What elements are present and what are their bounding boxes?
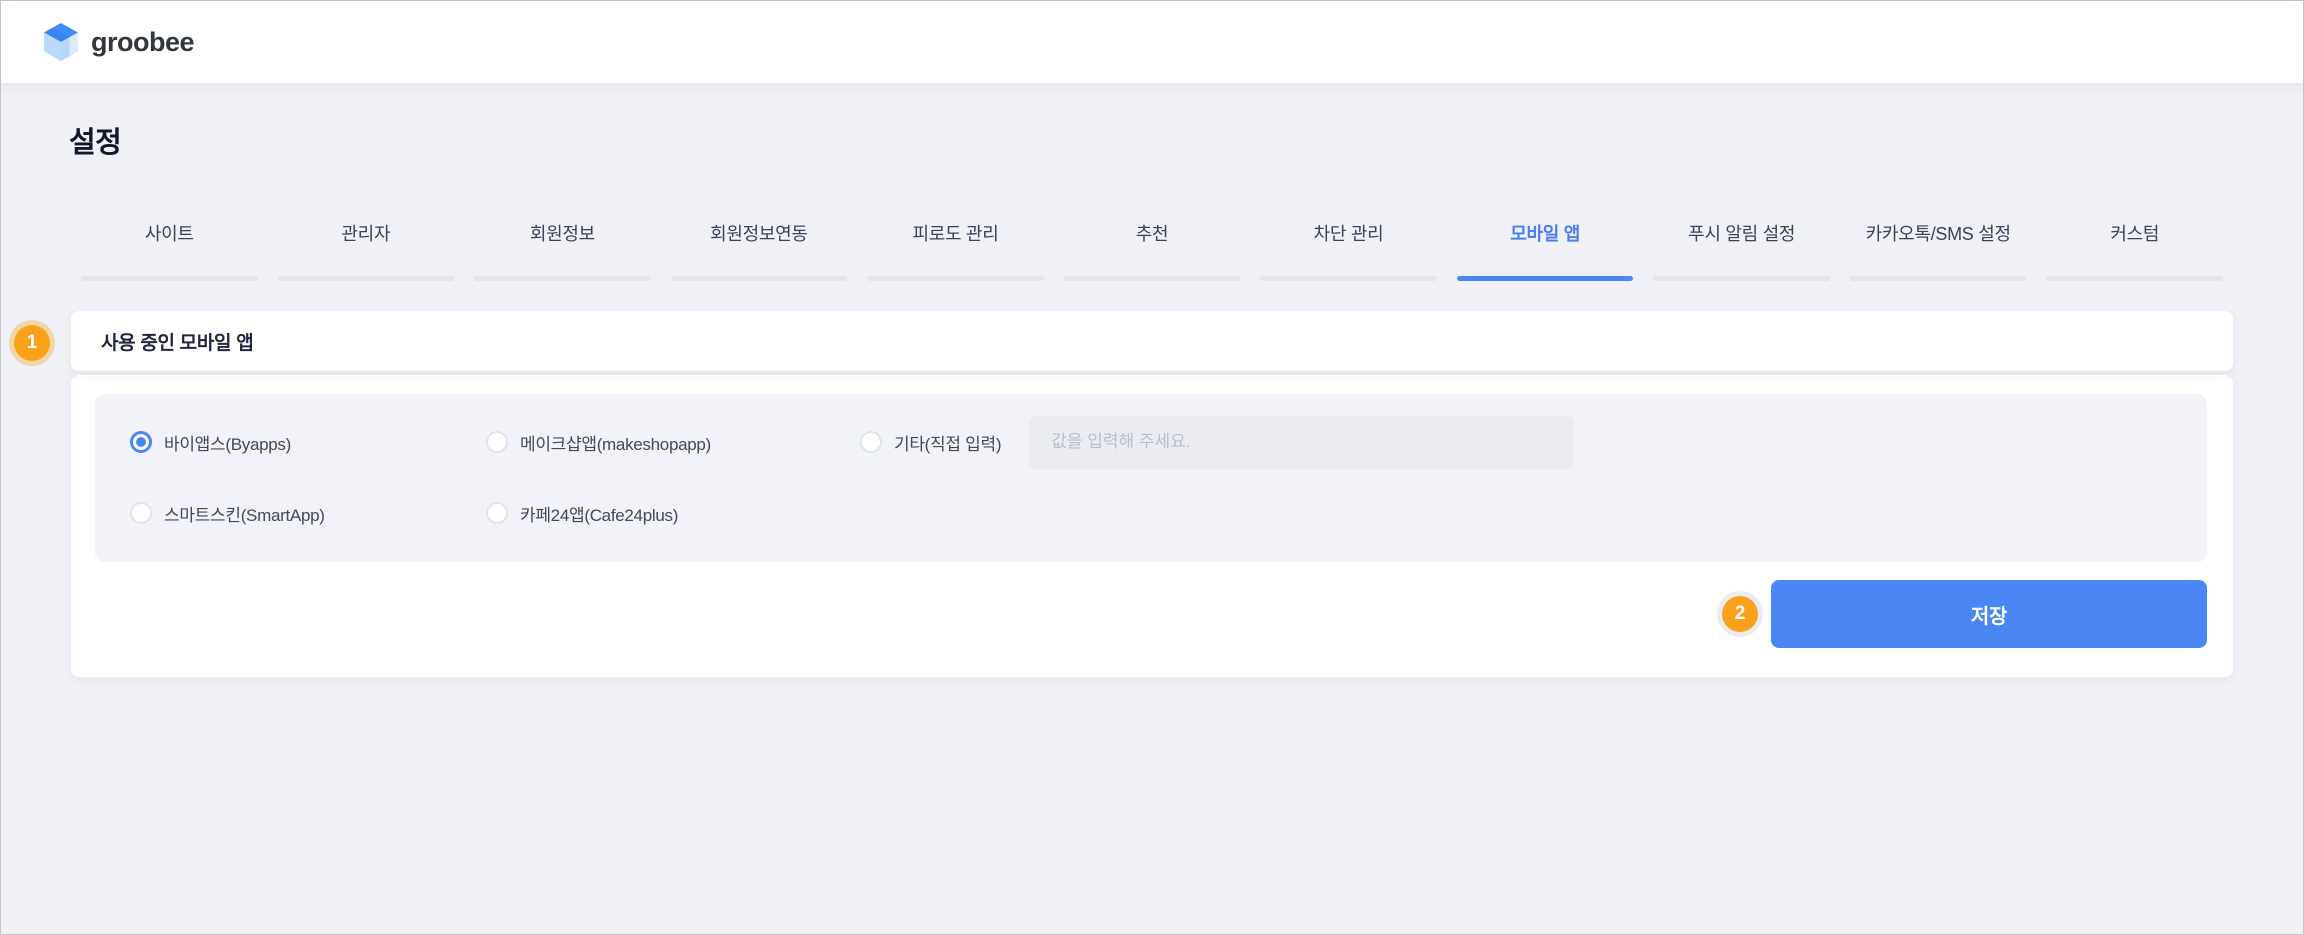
tab-underline	[474, 276, 651, 281]
tab-mobile-app[interactable]: 모바일 앱	[1447, 223, 1644, 281]
app-header: groobee	[1, 1, 2303, 83]
tab-push-notification-settings[interactable]: 푸시 알림 설정	[1643, 223, 1840, 281]
tab-underline	[2046, 276, 2223, 281]
tab-underline	[1850, 276, 2027, 281]
radio-cafe24plus[interactable]	[486, 502, 508, 524]
logo-text: groobee	[91, 27, 194, 58]
tab-underline	[1653, 276, 1830, 281]
tab-underline	[81, 276, 258, 281]
tab-underline-active	[1457, 276, 1634, 281]
groobee-logo-icon	[41, 21, 81, 63]
tab-underline	[1064, 276, 1241, 281]
other-app-input[interactable]	[1029, 416, 1574, 469]
option-smartapp[interactable]: 스마트스킨(SmartApp)	[130, 501, 486, 526]
tab-site[interactable]: 사이트	[71, 223, 268, 281]
mobile-app-options-box: 바이앱스(Byapps) 메이크샵앱(makeshopapp) 기타(직접 입력…	[95, 394, 2207, 562]
section-title: 사용 중인 모바일 앱	[101, 328, 253, 355]
section-header-card: 사용 중인 모바일 앱	[71, 311, 2233, 371]
radio-other[interactable]	[860, 431, 882, 453]
tab-custom[interactable]: 커스텀	[2036, 223, 2233, 281]
mobile-app-form-card: 바이앱스(Byapps) 메이크샵앱(makeshopapp) 기타(직접 입력…	[71, 375, 2233, 677]
tab-underline	[671, 276, 848, 281]
step-2-badge: 2	[1722, 596, 1758, 632]
tab-underline	[867, 276, 1044, 281]
tab-block-management[interactable]: 차단 관리	[1250, 223, 1447, 281]
option-makeshopapp[interactable]: 메이크샵앱(makeshopapp)	[486, 430, 860, 455]
tab-underline	[278, 276, 455, 281]
radio-makeshopapp[interactable]	[486, 431, 508, 453]
save-button[interactable]: 저장	[1771, 580, 2207, 648]
settings-tab-bar: 사이트 관리자 회원정보 회원정보연동 피로도 관리 추천 차단 관리 모바일 …	[71, 223, 2233, 281]
step-1-badge: 1	[14, 325, 50, 361]
tab-member-info-sync[interactable]: 회원정보연동	[661, 223, 858, 281]
tab-fatigue-management[interactable]: 피로도 관리	[857, 223, 1054, 281]
option-byapps[interactable]: 바이앱스(Byapps)	[130, 430, 486, 455]
page-title: 설정	[69, 119, 2233, 161]
radio-smartapp[interactable]	[130, 502, 152, 524]
option-cafe24plus[interactable]: 카페24앱(Cafe24plus)	[486, 501, 678, 526]
option-other[interactable]: 기타(직접 입력)	[860, 416, 1574, 469]
tab-member-info[interactable]: 회원정보	[464, 223, 661, 281]
tab-recommendation[interactable]: 추천	[1054, 223, 1251, 281]
radio-byapps[interactable]	[130, 431, 152, 453]
tab-kakaotalk-sms-settings[interactable]: 카카오톡/SMS 설정	[1840, 223, 2037, 281]
tab-admin[interactable]: 관리자	[268, 223, 465, 281]
tab-underline	[1260, 276, 1437, 281]
groobee-logo[interactable]: groobee	[41, 21, 194, 63]
